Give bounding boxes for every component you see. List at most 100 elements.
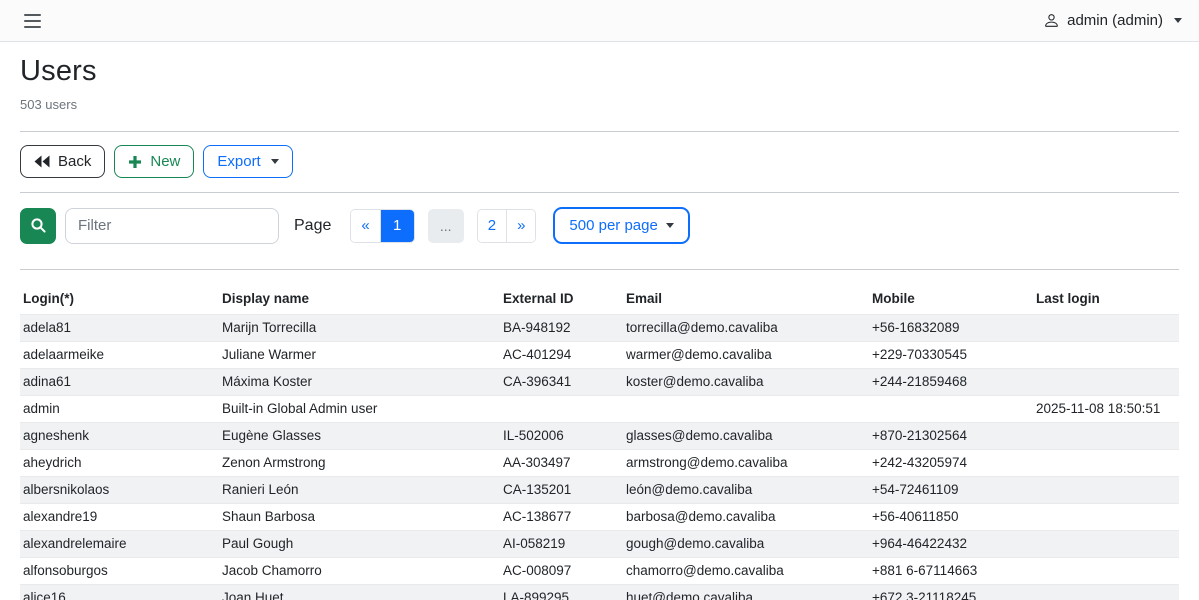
table-cell: koster@demo.cavaliba — [623, 369, 869, 396]
table-cell — [1033, 504, 1179, 531]
back-button-label: Back — [58, 154, 91, 169]
user-menu-dropdown[interactable]: admin (admin) — [1043, 12, 1182, 29]
table-row[interactable]: adelaarmeikeJuliane WarmerAC-401294warme… — [20, 342, 1179, 369]
plus-icon — [128, 155, 142, 169]
new-button[interactable]: New — [114, 145, 194, 178]
table-row[interactable]: alexandre19Shaun BarbosaAC-138677barbosa… — [20, 504, 1179, 531]
search-button[interactable] — [20, 208, 56, 244]
table-cell: AC-401294 — [500, 342, 623, 369]
table-row[interactable]: alice16Joan HuetLA-899295huet@demo.caval… — [20, 585, 1179, 600]
table-cell: +672 3-21118245 — [869, 585, 1033, 600]
table-row[interactable]: adminBuilt-in Global Admin user2025-11-0… — [20, 396, 1179, 423]
table-row[interactable]: alexandrelemairePaul GoughAI-058219gough… — [20, 531, 1179, 558]
person-icon — [1043, 12, 1060, 29]
table-body: adela81Marijn TorrecillaBA-948192torreci… — [20, 315, 1179, 600]
user-menu-label: admin (admin) — [1067, 12, 1163, 29]
table-cell — [1033, 342, 1179, 369]
table-cell: admin — [20, 396, 219, 423]
table-cell: +964-46422432 — [869, 531, 1033, 558]
column-header-mobile: Mobile — [869, 284, 1033, 315]
table-row[interactable]: agneshenkEugène GlassesIL-502006glasses@… — [20, 423, 1179, 450]
table-cell: IL-502006 — [500, 423, 623, 450]
per-page-label: 500 per page — [569, 217, 657, 234]
export-button-label: Export — [217, 154, 260, 169]
table-cell — [1033, 369, 1179, 396]
caret-down-icon — [1174, 18, 1182, 23]
caret-down-icon — [666, 223, 674, 228]
table-cell: chamorro@demo.cavaliba — [623, 558, 869, 585]
column-header-login: Login(*) — [20, 284, 219, 315]
column-header-external-id: External ID — [500, 284, 623, 315]
divider — [20, 269, 1179, 270]
table-cell: AC-138677 — [500, 504, 623, 531]
table-row[interactable]: adina61Máxima KosterCA-396341koster@demo… — [20, 369, 1179, 396]
export-dropdown-button[interactable]: Export — [203, 145, 292, 178]
hamburger-menu-button[interactable] — [24, 10, 41, 32]
table-cell: adina61 — [20, 369, 219, 396]
table-cell: AC-008097 — [500, 558, 623, 585]
table-cell: CA-396341 — [500, 369, 623, 396]
table-cell: alice16 — [20, 585, 219, 600]
pagination-ellipsis: ... — [428, 209, 464, 243]
divider — [20, 131, 1179, 132]
caret-down-icon — [271, 159, 279, 164]
table-cell — [500, 396, 623, 423]
table-cell: Joan Huet — [219, 585, 500, 600]
table-row[interactable]: alfonsoburgosJacob ChamorroAC-008097cham… — [20, 558, 1179, 585]
table-cell: Máxima Koster — [219, 369, 500, 396]
pagination-prev[interactable]: « — [351, 210, 379, 242]
column-header-display-name: Display name — [219, 284, 500, 315]
main-content: Users 503 users Back New Export — [0, 55, 1199, 600]
table-cell: AA-303497 — [500, 450, 623, 477]
hamburger-icon — [24, 26, 41, 28]
pagination-group: « 1 — [350, 209, 414, 243]
back-button[interactable]: Back — [20, 145, 105, 178]
table-cell: CA-135201 — [500, 477, 623, 504]
table-row[interactable]: adela81Marijn TorrecillaBA-948192torreci… — [20, 315, 1179, 342]
rewind-icon — [34, 155, 50, 168]
per-page-dropdown-button[interactable]: 500 per page — [553, 207, 689, 244]
table-row[interactable]: aheydrichZenon ArmstrongAA-303497armstro… — [20, 450, 1179, 477]
table-cell: alfonsoburgos — [20, 558, 219, 585]
table-cell: agneshenk — [20, 423, 219, 450]
table-cell: BA-948192 — [500, 315, 623, 342]
table-cell: Zenon Armstrong — [219, 450, 500, 477]
table-cell: Marijn Torrecilla — [219, 315, 500, 342]
table-cell: armstrong@demo.cavaliba — [623, 450, 869, 477]
table-cell: huet@demo.cavaliba — [623, 585, 869, 600]
table-cell — [1033, 423, 1179, 450]
table-cell: Ranieri León — [219, 477, 500, 504]
table-cell: +881 6-67114663 — [869, 558, 1033, 585]
table-cell: león@demo.cavaliba — [623, 477, 869, 504]
table-cell: Eugène Glasses — [219, 423, 500, 450]
table-cell: alexandre19 — [20, 504, 219, 531]
page-title: Users — [20, 55, 1179, 88]
filter-input[interactable] — [65, 208, 279, 244]
pagination-page-1[interactable]: 1 — [380, 210, 414, 242]
new-button-label: New — [150, 154, 180, 169]
table-cell — [1033, 450, 1179, 477]
pagination-page-2[interactable]: 2 — [478, 210, 506, 242]
table-cell — [623, 396, 869, 423]
table-row[interactable]: albersnikolaosRanieri LeónCA-135201león@… — [20, 477, 1179, 504]
table-cell: Built-in Global Admin user — [219, 396, 500, 423]
table-cell: albersnikolaos — [20, 477, 219, 504]
table-cell: Jacob Chamorro — [219, 558, 500, 585]
table-cell: adelaarmeike — [20, 342, 219, 369]
table-cell — [1033, 477, 1179, 504]
table-cell: +56-40611850 — [869, 504, 1033, 531]
topbar: admin (admin) — [0, 0, 1199, 42]
column-header-email: Email — [623, 284, 869, 315]
table-cell — [869, 396, 1033, 423]
user-count: 503 users — [20, 97, 1179, 112]
pagination-group: 2 » — [477, 209, 537, 243]
table-cell: gough@demo.cavaliba — [623, 531, 869, 558]
table-cell: +242-43205974 — [869, 450, 1033, 477]
toolbar: Back New Export — [20, 145, 1179, 178]
filter-bar: Page « 1 ... 2 » 500 per page — [20, 207, 1179, 244]
table-cell — [1033, 558, 1179, 585]
table-cell: Shaun Barbosa — [219, 504, 500, 531]
table-cell: +56-16832089 — [869, 315, 1033, 342]
pagination-next[interactable]: » — [506, 210, 535, 242]
table-cell: +870-21302564 — [869, 423, 1033, 450]
